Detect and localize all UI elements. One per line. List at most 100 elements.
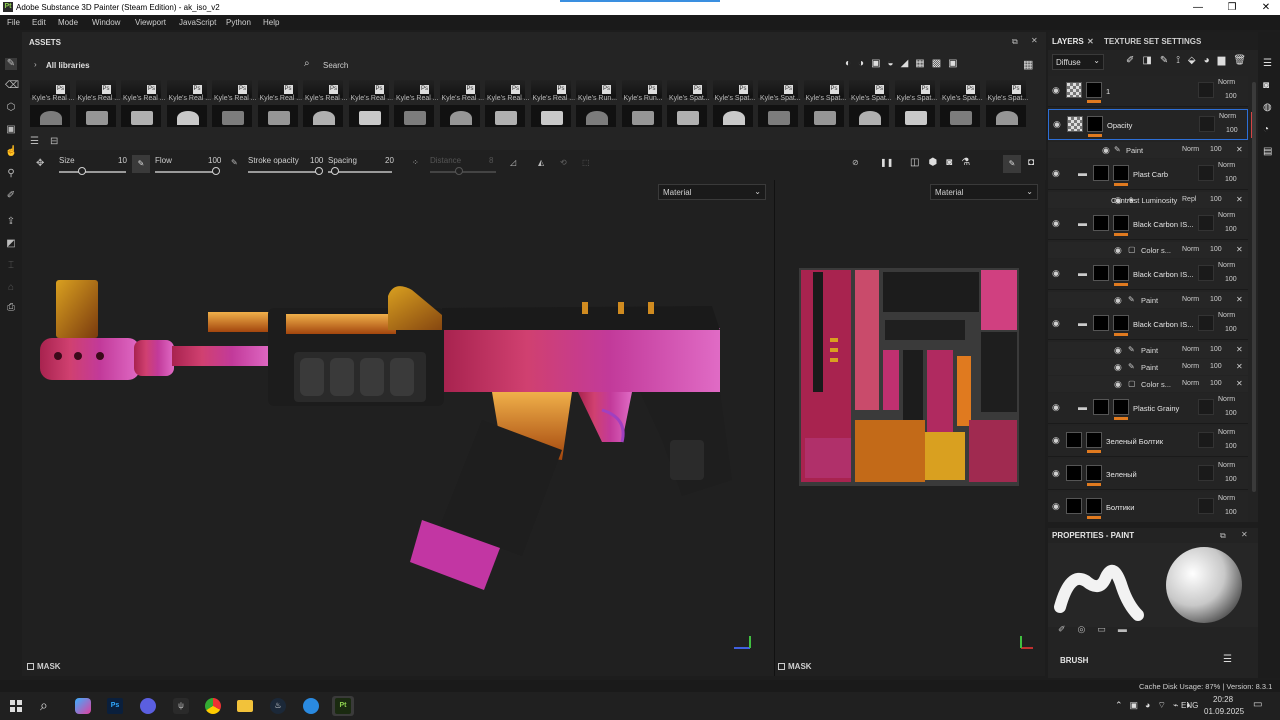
panel-float-icon[interactable]: ⧉ xyxy=(1220,531,1226,541)
search-input[interactable]: Search xyxy=(323,61,348,70)
layer-row[interactable]: ◉ ▬ Black Carbon IS... Norm 100 xyxy=(1048,259,1254,290)
brush-preset-icon[interactable]: ✥ xyxy=(36,158,44,169)
menu-help[interactable]: Help xyxy=(263,18,279,27)
panel-float-icon[interactable]: ⧉ xyxy=(1012,37,1018,47)
clone-icon[interactable]: ⚲ xyxy=(5,168,17,180)
visibility-eye-icon[interactable]: ◉ xyxy=(1114,345,1122,356)
layer-opacity[interactable]: 100 xyxy=(1225,476,1237,483)
layer-mask-slot[interactable] xyxy=(1198,215,1214,231)
brush-thumbnail[interactable]: Ps Kyle's Spat... xyxy=(891,80,937,128)
app-icon[interactable]: ψ xyxy=(173,698,189,714)
effect-blend-mode[interactable]: Norm xyxy=(1182,246,1199,253)
layer-mask-slot[interactable] xyxy=(1198,315,1214,331)
brush-section-title[interactable]: BRUSH xyxy=(1060,656,1088,665)
layer-opacity[interactable]: 100 xyxy=(1225,410,1237,417)
camera-icon[interactable]: ◘ xyxy=(1028,157,1034,168)
visibility-eye-icon[interactable]: ◉ xyxy=(1052,318,1060,329)
chevron-right-icon[interactable]: › xyxy=(34,60,37,69)
uv-texture-map[interactable] xyxy=(775,180,1045,676)
projection-icon[interactable]: ⬡ xyxy=(5,102,17,114)
lock-icon[interactable]: ⌂ xyxy=(5,282,17,294)
visibility-eye-icon[interactable]: ◉ xyxy=(1114,245,1122,256)
brush-tab-icons[interactable]: ✐◎▭▬ xyxy=(1058,624,1139,635)
effect-opacity[interactable]: 100 xyxy=(1210,346,1222,353)
lazy-mouse-icon[interactable]: ⁘ xyxy=(412,158,419,167)
file-explorer-icon[interactable] xyxy=(237,700,253,712)
stroke-opacity-slider[interactable] xyxy=(248,171,320,173)
geometry-mask-icon[interactable]: ▣ xyxy=(5,124,17,136)
layers-scrollbar[interactable] xyxy=(1252,82,1256,492)
visibility-eye-icon[interactable]: ◉ xyxy=(1114,379,1122,390)
blend-mode[interactable]: Norm xyxy=(1218,462,1235,469)
channel-dropdown[interactable]: Diffuse ⌄ xyxy=(1052,54,1104,70)
layer-row[interactable]: ◉▬Зеленый БолтикNorm100 xyxy=(1048,426,1248,457)
effect-opacity[interactable]: 100 xyxy=(1210,363,1222,370)
effect-opacity[interactable]: 100 xyxy=(1210,296,1222,303)
language-indicator[interactable]: ENG xyxy=(1181,701,1198,710)
viewport-3d[interactable]: Material ⌄ MASK xyxy=(22,180,774,676)
panel-close-icon[interactable]: ✕ xyxy=(1031,36,1038,45)
tab-texture-set-settings[interactable]: TEXTURE SET SETTINGS xyxy=(1104,37,1201,46)
brush-thumbnail[interactable]: Ps Kyle's Real ... xyxy=(26,80,75,128)
flow-value[interactable]: 100 xyxy=(208,156,221,165)
brush-thumbnail[interactable]: Ps Kyle's Real ... xyxy=(527,80,575,128)
brush-thumbnail[interactable]: Ps Kyle's Spat... xyxy=(663,80,710,128)
tab-layers-close-icon[interactable]: ✕ xyxy=(1087,37,1094,46)
mask-toggle-3d[interactable]: MASK xyxy=(27,662,61,671)
remove-effect-icon[interactable]: ✕ xyxy=(1236,195,1243,204)
effect-row[interactable]: ◉ ▢ Color s... Norm 100 ✕ xyxy=(1048,242,1248,258)
viewport-mode-icons[interactable]: ◫⬢◙⚗ xyxy=(910,157,979,168)
remove-effect-icon[interactable]: ✕ xyxy=(1236,295,1243,304)
remove-effect-icon[interactable]: ✕ xyxy=(1236,145,1243,154)
remove-effect-icon[interactable]: ✕ xyxy=(1236,362,1243,371)
visibility-eye-icon[interactable]: ◉ xyxy=(1114,362,1122,373)
brush-thumbnail[interactable]: Ps Kyle's Spat... xyxy=(936,80,983,128)
visibility-eye-icon[interactable]: ◉ xyxy=(1052,268,1060,279)
maximize-button[interactable]: ❐ xyxy=(1222,2,1242,13)
eraser-icon[interactable]: ⌫ xyxy=(5,80,19,92)
layer-name[interactable]: Black Carbon IS... xyxy=(1133,320,1193,329)
paint-mode-icon[interactable]: ✎ xyxy=(1003,155,1021,173)
panel-close-icon[interactable]: ✕ xyxy=(1241,530,1248,539)
layer-row[interactable]: ◉▬БолтикиNorm100 xyxy=(1048,492,1248,522)
visibility-eye-icon[interactable]: ◉ xyxy=(1053,119,1061,130)
brush-thumbnail[interactable]: Ps Kyle's Spat... xyxy=(754,80,801,128)
layer-opacity[interactable]: 100 xyxy=(1225,176,1237,183)
layer-mask-slot[interactable] xyxy=(1198,465,1214,481)
all-libraries-link[interactable]: All libraries xyxy=(46,61,90,70)
mirror-icon[interactable]: ⟲ xyxy=(560,158,567,167)
hide-icon[interactable]: ⊘ xyxy=(852,158,859,167)
visibility-eye-icon[interactable]: ◉ xyxy=(1052,468,1060,479)
effect-name[interactable]: Color s... xyxy=(1141,380,1171,389)
layer-mask-slot[interactable] xyxy=(1198,432,1214,448)
blend-mode[interactable]: Norm xyxy=(1218,262,1235,269)
brush-thumbnail[interactable]: Ps Kyle's Run... xyxy=(618,80,663,128)
blend-mode[interactable]: Norm xyxy=(1218,495,1235,502)
layer-name[interactable]: Plastic Grainy xyxy=(1133,404,1179,413)
export-icon[interactable]: ⎙ xyxy=(5,302,17,314)
asset-filter-icons[interactable]: ◐◑▣◒◢▦▩▣ xyxy=(845,58,965,69)
brush-thumbnail[interactable]: Ps Kyle's Real ... xyxy=(117,80,166,128)
layer-row[interactable]: ◉ ▬ Plast Carb Norm 100 xyxy=(1048,159,1254,190)
layer-name[interactable]: Зеленый Болтик xyxy=(1106,437,1163,446)
brush-thumbnail[interactable]: Ps Kyle's Real ... xyxy=(345,80,393,128)
menu-python[interactable]: Python xyxy=(226,18,251,27)
tiling-icon[interactable]: ⬚ xyxy=(582,158,590,167)
menu-icon[interactable]: ☰ xyxy=(1223,654,1232,665)
messenger-icon[interactable] xyxy=(303,698,319,714)
menu-edit[interactable]: Edit xyxy=(32,18,46,27)
clock-time[interactable]: 20:28 xyxy=(1213,695,1233,704)
size-slider-knob[interactable] xyxy=(78,167,86,175)
visibility-eye-icon[interactable]: ◉ xyxy=(1052,168,1060,179)
layer-row[interactable]: ◉ Opacity Norm 100 xyxy=(1048,109,1253,140)
layer-row[interactable]: ◉▬ЗеленыйNorm100 xyxy=(1048,459,1248,490)
blend-mode[interactable]: Norm xyxy=(1218,396,1235,403)
visibility-eye-icon[interactable]: ◉ xyxy=(1052,85,1060,96)
effect-row[interactable]: ◉ ✎ Paint Norm 100 ✕ xyxy=(1048,359,1248,375)
effect-blend-mode[interactable]: Norm xyxy=(1182,363,1199,370)
tab-layers[interactable]: LAYERS xyxy=(1052,37,1084,46)
layer-mask-slot[interactable] xyxy=(1199,116,1215,132)
brush-thumbnail[interactable]: Ps Kyle's Real ... xyxy=(254,80,302,128)
minimize-button[interactable]: — xyxy=(1188,2,1208,13)
photoshop-icon[interactable]: Ps xyxy=(107,698,123,714)
